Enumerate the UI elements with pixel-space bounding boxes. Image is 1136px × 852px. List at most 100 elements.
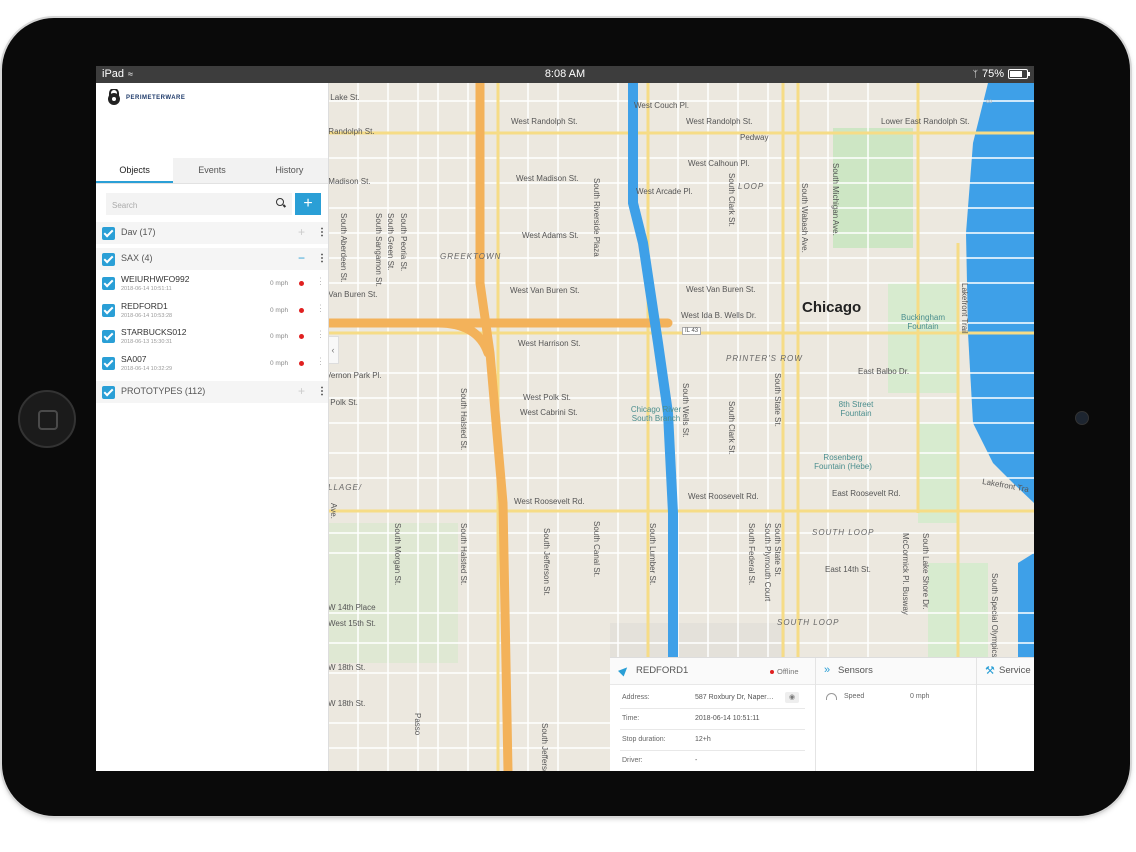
object-speed: 0 mph (270, 307, 289, 314)
object-row[interactable]: SA007 2018-06-14 10:32:29 0 mph ⋮ (96, 351, 328, 377)
street-label: West Calhoun Pl. (688, 159, 750, 168)
street-label: South Halsted St. (459, 523, 468, 586)
info-row-driver: Driver: - (620, 751, 805, 771)
object-checkbox[interactable] (102, 330, 115, 343)
info-panel-header: REDFORD1 Offline » Sensors ⚒ Service (610, 658, 1034, 685)
street-label: West Arcade Pl. (636, 187, 693, 196)
object-row[interactable]: REDFORD1 2018-06-14 10:53:28 0 mph ⋮ (96, 298, 328, 324)
sensor-value: 0 mph (910, 693, 930, 700)
district-label: SOUTH LOOP (777, 618, 840, 627)
street-label: South Aberdeen St. (339, 213, 348, 283)
sensor-key: Speed (844, 693, 865, 700)
search-input[interactable] (110, 196, 274, 214)
object-name: WEIURHWFO992 (121, 274, 190, 284)
object-timestamp: 2018-06-14 10:51:11 (121, 286, 172, 292)
group-checkbox[interactable] (102, 227, 115, 240)
group-checkbox[interactable] (102, 253, 115, 266)
street-label: South Sangamon St. (374, 213, 383, 287)
lake-michigan (966, 83, 1034, 503)
object-row[interactable]: WEIURHWFO992 2018-06-14 10:51:11 0 mph ⋮ (96, 271, 328, 297)
street-label: West Randolph St. (511, 117, 578, 126)
tab-objects[interactable]: Objects (96, 158, 174, 183)
group-row-prototypes[interactable]: PROTOTYPES (112) + ⋮ (96, 381, 328, 403)
park-area (918, 423, 958, 523)
group-checkbox[interactable] (102, 386, 115, 399)
info-value: - (695, 757, 698, 764)
street-label: West Randolph St. (328, 127, 375, 136)
ios-status-bar: iPad ≈ 8:08 AM ᛉ 75% (96, 66, 1034, 83)
info-key: Stop duration: (622, 736, 666, 743)
group-row-dav[interactable]: Dav (17) + ⋮ (96, 222, 328, 244)
park-area (833, 128, 913, 248)
object-menu-icon[interactable]: ⋮ (316, 277, 325, 286)
object-row[interactable]: STARBUCKS012 2018-06-13 15:30:31 0 mph ⋮ (96, 324, 328, 350)
object-menu-icon[interactable]: ⋮ (316, 357, 325, 366)
street-label: West Ida B. Wells Dr. (681, 311, 757, 320)
object-menu-icon[interactable]: ⋮ (316, 330, 325, 339)
district-label: PRINTER'S ROW (726, 354, 803, 363)
group-menu-icon[interactable]: ⋮ (317, 387, 327, 397)
object-menu-icon[interactable]: ⋮ (316, 304, 325, 313)
group-label: PROTOTYPES (112) (121, 386, 206, 396)
camera-lens (1075, 411, 1089, 425)
search-icon[interactable] (276, 198, 284, 206)
group-row-sax[interactable]: SAX (4) − ⋮ (96, 248, 328, 270)
info-section-service[interactable]: ⚒ Service (977, 658, 1034, 684)
tab-history[interactable]: History (251, 158, 328, 183)
sidebar-collapse-handle[interactable]: ‹ (328, 336, 339, 364)
info-section-sensors[interactable]: » Sensors (816, 658, 976, 684)
street-label: East 14th St. (825, 565, 871, 574)
status-time: 8:08 AM (544, 68, 586, 80)
search-box (106, 193, 292, 215)
group-label: Dav (17) (121, 227, 156, 237)
sensor-row-speed: Speed 0 mph (826, 692, 976, 706)
object-name: SA007 (121, 354, 147, 364)
street-label: West Madison St. (328, 177, 371, 186)
share-icon[interactable]: ∞ (986, 96, 992, 106)
street-label: South Federal St. (747, 523, 756, 586)
info-value: 2018-06-14 10:51:11 (695, 715, 760, 722)
object-timestamp: 2018-06-13 15:30:31 (121, 339, 173, 345)
navigation-arrow-icon (617, 664, 631, 677)
group-menu-icon[interactable]: ⋮ (317, 254, 327, 264)
object-speed: 0 mph (270, 333, 289, 340)
street-label: West Van Buren St. (510, 286, 580, 295)
eye-icon[interactable]: ◉ (785, 692, 799, 703)
street-label: East Balbo Dr. (858, 367, 910, 376)
info-object-name: REDFORD1 (636, 665, 689, 676)
home-button[interactable] (18, 390, 76, 448)
street-label: South Wabash Ave. (800, 183, 809, 253)
street-label: South State St. (773, 523, 782, 577)
expand-group-button[interactable]: + (298, 225, 305, 239)
offline-dot-icon (770, 670, 774, 675)
object-checkbox[interactable] (102, 304, 115, 317)
route-shield: IL 43 (682, 327, 702, 335)
street-label: McCormick Pl. Busway (901, 533, 910, 615)
street-label: West Cabrini St. (520, 408, 578, 417)
street-label: West Polk St. (523, 393, 571, 402)
district-label: GREEKTOWN (440, 252, 502, 261)
info-row-time: Time: 2018-06-14 10:51:11 (620, 709, 805, 730)
add-object-button[interactable]: + (295, 193, 321, 215)
object-speed: 0 mph (270, 360, 289, 367)
object-checkbox[interactable] (102, 277, 115, 290)
sidebar-panel: PERIMETERWARE Objects Events History + D… (96, 83, 329, 771)
street-label: South Peoria St. (399, 213, 408, 272)
street-label: W 14th Place (328, 603, 376, 612)
expand-group-button[interactable]: + (298, 384, 305, 398)
tab-events[interactable]: Events (173, 158, 250, 183)
status-badge: Offline (770, 667, 799, 676)
status-dot-icon (299, 308, 304, 313)
info-section-object: REDFORD1 Offline (610, 658, 815, 684)
street-label: West Roosevelt Rd. (688, 492, 759, 501)
object-checkbox[interactable] (102, 357, 115, 370)
street-label: South Clark St. (727, 401, 736, 455)
group-menu-icon[interactable]: ⋮ (317, 228, 327, 238)
street-label: South Riverside Plaza (592, 178, 601, 257)
street-label: South Jefferson St. (540, 723, 549, 771)
tab-bar: Objects Events History (96, 158, 328, 184)
app-logo: PERIMETERWARE (106, 89, 185, 107)
divider (815, 658, 816, 771)
street-label: South Michigan Ave. (831, 163, 840, 236)
collapse-group-button[interactable]: − (298, 251, 305, 265)
